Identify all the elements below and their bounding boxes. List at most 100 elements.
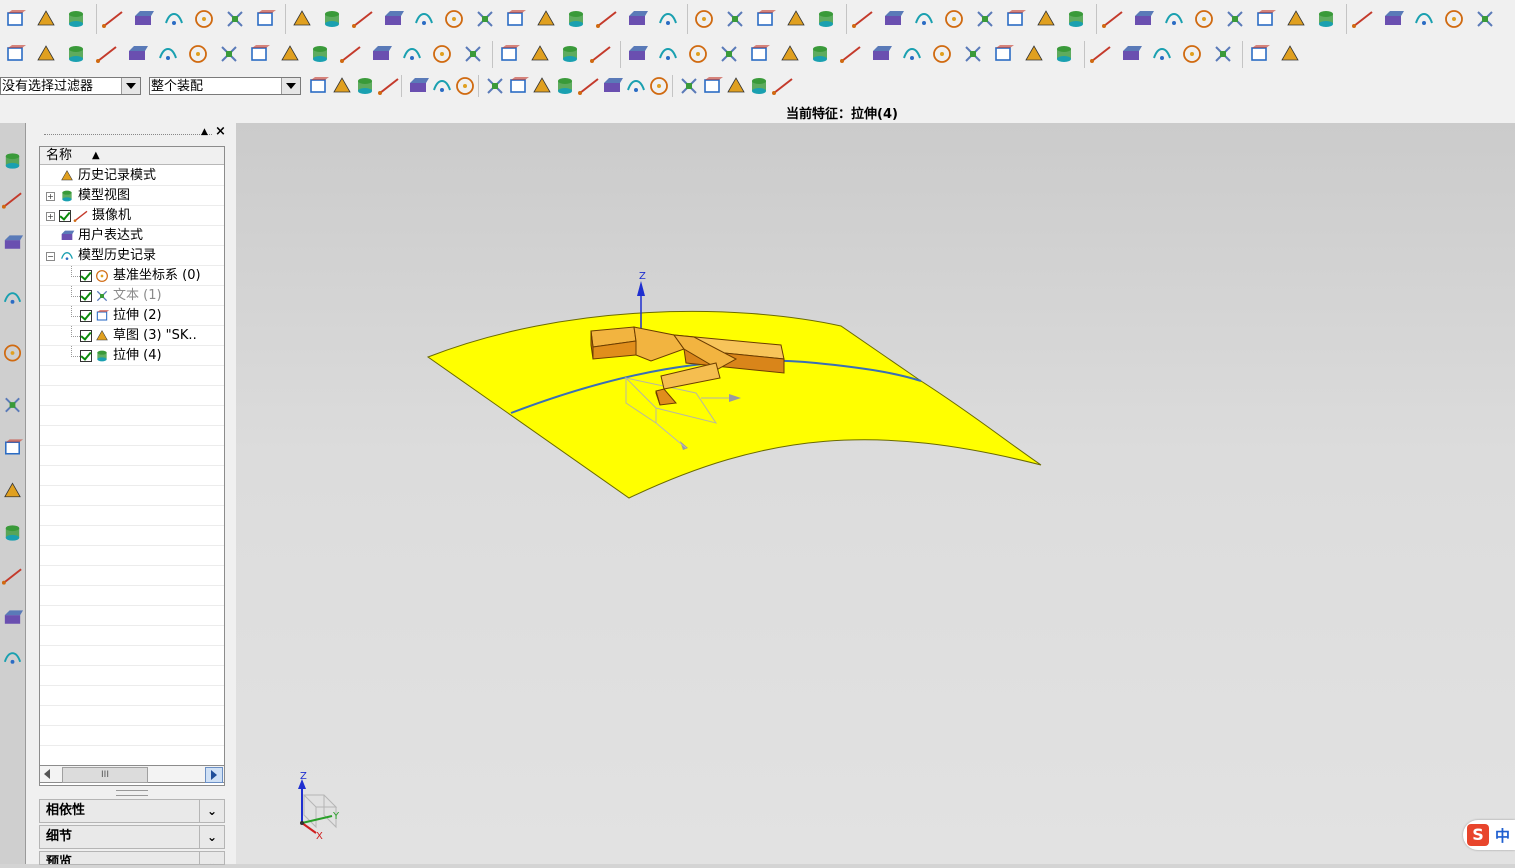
dependencies-panel[interactable]: 相依性 ⌄ [39, 799, 225, 823]
tree-row[interactable]: 拉伸 (4) [40, 346, 224, 366]
expand-icon[interactable]: + [46, 212, 55, 221]
wrap-curve-icon[interactable] [400, 42, 424, 66]
chevron-down-icon[interactable]: ⌄ [199, 852, 224, 864]
mirror-icon[interactable] [723, 7, 747, 31]
stretch-icon[interactable] [1022, 42, 1046, 66]
tangent-icon[interactable] [747, 42, 771, 66]
snap-existing-icon[interactable] [647, 74, 671, 98]
snap-endpoint-icon[interactable] [506, 74, 530, 98]
tree-row[interactable]: 基准坐标系 (0) [40, 266, 224, 286]
assembly-icon[interactable] [64, 7, 88, 31]
minimize-icon[interactable]: ▲ [201, 127, 208, 137]
splitter-grip[interactable] [116, 790, 148, 796]
assembly-constraint-icon[interactable] [1412, 7, 1436, 31]
tree-row[interactable]: 拉伸 (2) [40, 306, 224, 326]
snap-intersection-icon[interactable] [577, 74, 601, 98]
panel-grip[interactable] [44, 134, 212, 135]
select-rectangle-icon[interactable] [483, 74, 507, 98]
point-at-angle-icon[interactable] [1211, 42, 1235, 66]
process-studio-icon[interactable] [1, 476, 24, 506]
snap-quadrant-icon[interactable] [624, 74, 648, 98]
part-navigator-icon[interactable] [1, 228, 24, 258]
text-icon[interactable] [125, 42, 149, 66]
arc-icon[interactable] [34, 42, 58, 66]
cone-icon[interactable] [162, 7, 186, 31]
view-orient-icon[interactable] [771, 74, 795, 98]
snap-icon[interactable] [625, 42, 649, 66]
new-file-icon[interactable] [3, 7, 27, 31]
hole-icon[interactable] [381, 7, 405, 31]
swept-surface-icon[interactable] [942, 7, 966, 31]
hd3d-icon[interactable] [1, 338, 24, 368]
spline-tool-icon[interactable] [839, 42, 863, 66]
filter-settings-icon[interactable] [306, 74, 330, 98]
draft-icon[interactable] [564, 7, 588, 31]
shell-icon[interactable] [534, 7, 558, 31]
tube-icon[interactable] [223, 7, 247, 31]
horizontal-scrollbar[interactable]: III [39, 765, 225, 783]
snap-control-icon[interactable] [553, 74, 577, 98]
edit-parameters-icon[interactable] [991, 42, 1015, 66]
line-icon[interactable] [3, 42, 27, 66]
pattern-icon[interactable] [753, 7, 777, 31]
circle-tool-icon[interactable] [778, 42, 802, 66]
roles-icon[interactable] [1, 603, 24, 633]
constraint-navigator-icon[interactable] [1, 185, 24, 215]
visibility-checkbox[interactable] [80, 290, 92, 302]
extension-icon[interactable] [1034, 7, 1058, 31]
through-curves-icon[interactable] [881, 7, 905, 31]
ime-indicator[interactable]: S 中 [1463, 820, 1515, 850]
reuse-library-icon[interactable] [1, 283, 24, 313]
edit-curve-icon[interactable] [930, 42, 954, 66]
name-column-header[interactable]: 名称 ▲ [40, 147, 224, 165]
history-icon[interactable] [1, 433, 24, 463]
studio-surface-icon[interactable] [851, 7, 875, 31]
tree-row[interactable]: + 摄像机 [40, 206, 224, 226]
extrude-icon[interactable] [290, 7, 314, 31]
tree-row[interactable]: 草图 (3) "SK.. [40, 326, 224, 346]
law-extension-icon[interactable] [1064, 7, 1088, 31]
graphics-viewport[interactable]: Z Z Y X [236, 123, 1515, 864]
chevron-down-icon[interactable]: ⌄ [199, 800, 224, 822]
assembly-navigator-icon[interactable] [1, 146, 24, 176]
ellipse-icon[interactable] [808, 42, 832, 66]
select-edge-icon[interactable] [430, 74, 454, 98]
intersect-curve-icon[interactable] [308, 42, 332, 66]
bridge-curve-icon[interactable] [430, 42, 454, 66]
pad-icon[interactable] [253, 7, 277, 31]
block-icon[interactable] [101, 7, 125, 31]
chamfer-icon[interactable] [503, 7, 527, 31]
mesh-surface-icon[interactable] [814, 7, 838, 31]
scroll-right-button[interactable] [205, 767, 223, 783]
offset-face-icon[interactable] [656, 7, 680, 31]
preview-panel[interactable]: 预览 ⌄ [39, 851, 225, 865]
tree-row[interactable]: + 模型视图 [40, 186, 224, 206]
snap-point-on-curve-icon[interactable] [677, 74, 701, 98]
snap-arc-center-icon[interactable] [600, 74, 624, 98]
sweep-icon[interactable] [351, 7, 375, 31]
offset-curve-icon[interactable] [247, 42, 271, 66]
tree-row[interactable]: 用户表达式 [40, 226, 224, 246]
perpendicular-icon[interactable] [686, 42, 710, 66]
assembly-add-icon[interactable] [1381, 7, 1405, 31]
snap-curve-icon[interactable] [747, 74, 771, 98]
select-body-icon[interactable] [377, 74, 401, 98]
chevron-down-icon[interactable] [121, 78, 140, 94]
chevron-down-icon[interactable] [281, 78, 300, 94]
surface-icon[interactable] [784, 7, 808, 31]
isoparametric-icon[interactable] [339, 42, 363, 66]
law-curve-icon[interactable] [217, 42, 241, 66]
tree-row[interactable]: − 模型历史记录 [40, 246, 224, 266]
circle-tangent-icon[interactable] [1119, 42, 1143, 66]
sphere-icon[interactable] [192, 7, 216, 31]
visibility-checkbox[interactable] [80, 270, 92, 282]
fillet-curve-icon[interactable] [558, 42, 582, 66]
web-browser-icon[interactable] [1, 390, 24, 420]
expand-icon[interactable]: + [46, 192, 55, 201]
cylinder-icon[interactable] [131, 7, 155, 31]
boss-icon[interactable] [412, 7, 436, 31]
snap-midpoint-icon[interactable] [530, 74, 554, 98]
edit-arc-icon[interactable] [961, 42, 985, 66]
layer-icon[interactable] [1284, 7, 1308, 31]
transform-icon[interactable] [1351, 7, 1375, 31]
